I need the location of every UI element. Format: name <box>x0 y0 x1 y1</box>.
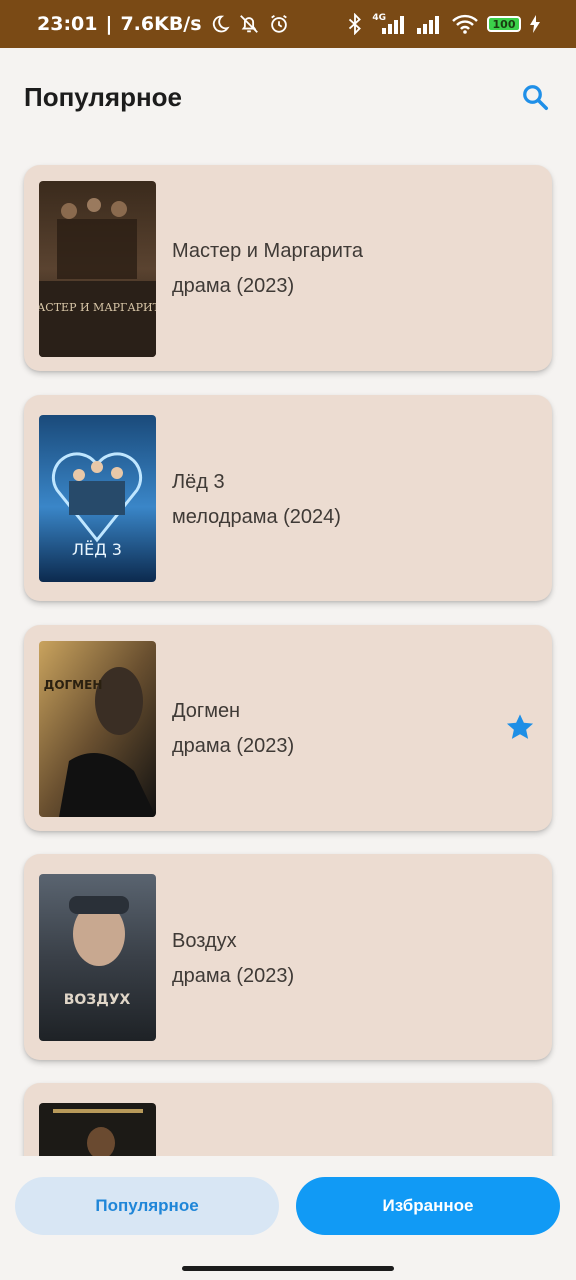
movie-card[interactable]: ДОГМЕН Догмен драма (2023) <box>24 625 552 831</box>
poster-text: ЛЁД 3 <box>72 540 122 559</box>
home-indicator[interactable] <box>182 1266 394 1271</box>
status-separator: | <box>105 13 113 35</box>
alarm-off-icon <box>238 13 260 35</box>
favorite-star-button[interactable] <box>504 711 536 743</box>
movie-card[interactable]: ВОЗДУХ Воздух драма (2023) <box>24 854 552 1060</box>
movie-list[interactable]: МАСТЕР И МАРГАРИТА Мастер и Маргарита др… <box>0 148 576 1156</box>
search-button[interactable] <box>514 76 556 118</box>
alarm-icon <box>268 13 290 35</box>
movie-genre-year: драма (2023) <box>172 275 295 297</box>
star-icon <box>506 714 534 739</box>
movie-genre-year: драма (2023) <box>172 965 295 987</box>
status-right: 4G 100 <box>347 13 540 35</box>
network-type: 4G <box>372 13 386 23</box>
movie-card[interactable] <box>24 1083 552 1156</box>
poster-text: МАСТЕР И МАРГАРИТА <box>39 301 156 314</box>
signal-icon-2 <box>417 14 443 34</box>
signal-icon: 4G <box>372 13 408 34</box>
battery-level: 100 <box>492 17 516 31</box>
bluetooth-icon <box>347 13 363 35</box>
movie-card[interactable]: МАСТЕР И МАРГАРИТА Мастер и Маргарита др… <box>24 165 552 371</box>
favorites-tab-button[interactable]: Избранное <box>296 1177 560 1235</box>
movie-title: Догмен <box>172 700 241 722</box>
poster-text: ВОЗДУХ <box>64 992 131 1008</box>
movie-title: Лёд 3 <box>172 471 225 493</box>
movie-card[interactable]: ЛЁД 3 Лёд 3 мелодрама (2024) <box>24 395 552 601</box>
status-bar: 23:01 | 7.6KB/s 4G 100 <box>0 0 576 48</box>
movie-poster: ЛЁД 3 <box>39 415 156 582</box>
status-time: 23:01 <box>37 13 98 35</box>
status-left: 23:01 | 7.6KB/s <box>37 13 290 35</box>
page-title: Популярное <box>24 82 183 112</box>
movie-title: Мастер и Маргарита <box>172 240 363 262</box>
movie-genre-year: драма (2023) <box>172 735 295 757</box>
movie-poster <box>39 1103 156 1156</box>
movie-poster: ДОГМЕН <box>39 641 156 817</box>
popular-tab-button[interactable]: Популярное <box>15 1177 279 1235</box>
poster-text: ДОГМЕН <box>44 678 103 692</box>
moon-icon <box>210 14 230 34</box>
charging-icon <box>530 15 540 33</box>
search-icon <box>523 85 548 110</box>
bottom-navigation: Популярное Избранное <box>0 1156 576 1280</box>
movie-poster: ВОЗДУХ <box>39 874 156 1041</box>
wifi-icon <box>452 14 478 34</box>
movie-poster: МАСТЕР И МАРГАРИТА <box>39 181 156 357</box>
movie-title: Воздух <box>172 930 237 952</box>
battery-icon: 100 <box>487 16 521 32</box>
network-speed: 7.6KB/s <box>120 13 202 35</box>
movie-genre-year: мелодрама (2024) <box>172 506 341 528</box>
